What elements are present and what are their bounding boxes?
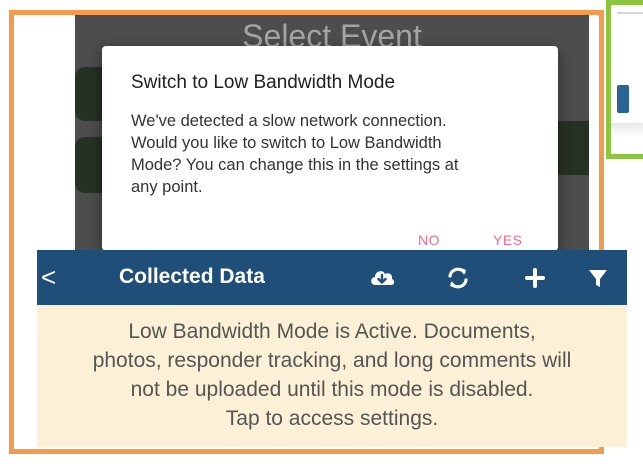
dialog-message: We've detected a slow network connection… bbox=[131, 112, 459, 196]
cropped-button[interactable] bbox=[617, 85, 629, 113]
yes-button[interactable]: YES bbox=[493, 232, 523, 248]
cloud-download-icon[interactable] bbox=[367, 263, 397, 293]
cropped-divider bbox=[617, 12, 643, 14]
filter-icon[interactable] bbox=[583, 263, 613, 293]
dialog-title: Switch to Low Bandwidth Mode bbox=[131, 72, 396, 93]
back-icon[interactable]: < bbox=[41, 260, 56, 294]
no-button[interactable]: NO bbox=[418, 232, 440, 248]
low-bandwidth-dialog: Switch to Low Bandwidth Mode We've detec… bbox=[102, 46, 558, 251]
cropped-shadow bbox=[611, 123, 643, 137]
banner-message: Low Bandwidth Mode is Active. Documents,… bbox=[92, 320, 572, 430]
green-highlight-frame bbox=[606, 0, 643, 159]
sync-icon[interactable] bbox=[443, 263, 473, 293]
low-bandwidth-banner[interactable]: Low Bandwidth Mode is Active. Documents,… bbox=[37, 305, 627, 447]
page-title: Collected Data bbox=[119, 265, 265, 288]
plus-icon[interactable] bbox=[520, 263, 550, 293]
collected-data-navbar: < Collected Data bbox=[37, 250, 627, 305]
